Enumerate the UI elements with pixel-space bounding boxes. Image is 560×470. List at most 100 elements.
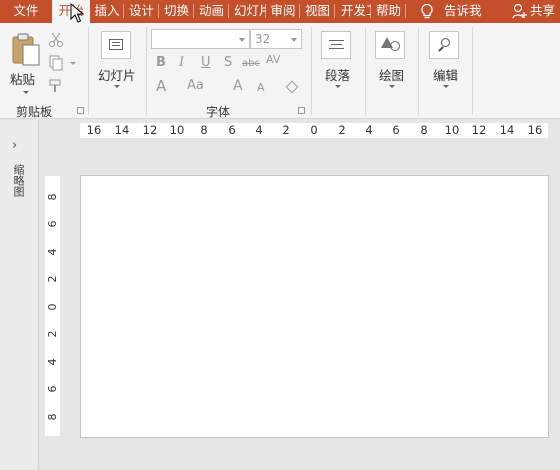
text-shadow-icon[interactable]: S xyxy=(224,55,232,70)
ruler-tick: 16 xyxy=(527,123,543,137)
drawing-button[interactable]: 绘图 xyxy=(370,29,412,95)
tab-design[interactable]: 设计 xyxy=(124,0,159,23)
new-slide-dropdown-arrow xyxy=(114,85,120,88)
editing-dropdown-arrow xyxy=(443,85,449,88)
thumbnail-pane-collapsed: › 缩略图 xyxy=(0,120,39,470)
tab-slideshow[interactable]: 幻灯片放映 xyxy=(229,0,266,23)
paste-button[interactable]: 粘贴 xyxy=(8,29,44,95)
share-label: 共享 xyxy=(530,3,556,18)
font-name-combo[interactable] xyxy=(151,29,250,49)
ruler-tick: 6 xyxy=(46,220,59,228)
bold-icon[interactable]: B xyxy=(156,55,166,70)
copy-icon xyxy=(49,55,63,71)
font-size-dropdown-arrow xyxy=(291,38,297,42)
copy-button[interactable] xyxy=(48,55,76,71)
tab-insert[interactable]: 插入 xyxy=(90,0,124,23)
ruler-tick: 2 xyxy=(282,123,290,137)
font-color-icon[interactable]: A xyxy=(156,77,166,95)
tab-view[interactable]: 视图 xyxy=(300,0,335,23)
font-launcher-icon[interactable] xyxy=(298,107,305,114)
tell-me-label: 告诉我 xyxy=(444,3,482,18)
ruler-tick: 10 xyxy=(169,123,185,137)
ruler-tick: 6 xyxy=(46,385,59,393)
new-slide-icon xyxy=(101,31,131,59)
clear-formatting-icon[interactable] xyxy=(285,80,299,94)
strikethrough-icon[interactable]: abc xyxy=(242,58,260,69)
cut-icon[interactable] xyxy=(48,32,64,48)
ruler-tick: 14 xyxy=(499,123,515,137)
new-slide-label: 幻灯片 xyxy=(98,68,136,83)
find-magnifier-icon xyxy=(429,31,459,59)
slide-canvas[interactable] xyxy=(80,175,549,438)
tab-animations[interactable]: 动画 xyxy=(194,0,229,23)
font-size-value: 32 xyxy=(255,32,271,46)
paragraph-label: 段落 xyxy=(325,68,351,83)
tab-review-label: 审阅 xyxy=(270,3,296,18)
tab-transitions-label: 切换 xyxy=(163,3,189,18)
italic-icon[interactable]: I xyxy=(179,55,184,70)
copy-dropdown-arrow xyxy=(70,62,76,65)
horizontal-ruler: 16 14 12 10 8 6 4 2 0 2 4 6 8 10 12 14 1… xyxy=(80,123,548,138)
drawing-label: 绘图 xyxy=(379,68,405,83)
ruler-tick: 4 xyxy=(46,248,59,256)
thumbnails-vertical-label[interactable]: 缩略图 xyxy=(10,164,26,197)
format-painter-icon[interactable] xyxy=(48,78,64,94)
ruler-tick: 0 xyxy=(46,303,59,311)
ruler-tick: 6 xyxy=(392,123,400,137)
tab-help-label: 帮助 xyxy=(375,3,401,18)
tab-design-label: 设计 xyxy=(128,3,154,18)
share-button[interactable]: 共享 xyxy=(512,0,555,23)
font-name-dropdown-arrow xyxy=(239,38,245,42)
decrease-font-size-icon[interactable]: A xyxy=(257,81,265,94)
paragraph-icon xyxy=(321,31,351,59)
paste-clipboard-icon xyxy=(12,33,40,66)
tell-me-search[interactable]: 告诉我 xyxy=(414,0,482,23)
ruler-tick: 8 xyxy=(46,193,59,201)
ribbon-tab-bar: 文件 开始 插入 设计 切换 动画 幻灯片放映 审阅 视图 开发工具 帮助 告诉… xyxy=(0,0,560,23)
ruler-tick: 4 xyxy=(255,123,263,137)
expand-chevron-icon[interactable]: › xyxy=(12,138,17,153)
character-spacing-icon[interactable]: AV xyxy=(266,53,280,66)
paste-label: 粘贴 xyxy=(10,72,36,87)
tab-view-label: 视图 xyxy=(304,3,330,18)
ruler-tick: 0 xyxy=(310,123,318,137)
ruler-tick: 10 xyxy=(444,123,460,137)
paragraph-dropdown-arrow xyxy=(335,85,341,88)
ruler-tick: 6 xyxy=(228,123,236,137)
ruler-tick: 4 xyxy=(365,123,373,137)
ruler-tick: 2 xyxy=(338,123,346,137)
tab-developer-label: 开发工具 xyxy=(341,3,371,18)
increase-font-size-icon[interactable]: A xyxy=(233,78,243,94)
mouse-pointer-icon xyxy=(70,3,84,23)
change-case-icon[interactable]: Aa xyxy=(187,78,204,93)
tab-help[interactable]: 帮助 xyxy=(371,0,406,23)
ruler-tick: 8 xyxy=(420,123,428,137)
ruler-tick: 16 xyxy=(86,123,102,137)
tab-file-label: 文件 xyxy=(13,3,39,18)
lightbulb-icon xyxy=(421,3,433,19)
clipboard-group-label: 剪贴板 xyxy=(16,105,53,119)
ribbon-home: 粘贴 剪贴板 幻灯片 32 B I U S abc AV A Aa A A 字体… xyxy=(0,23,560,119)
vertical-ruler: 8 6 4 2 0 2 4 6 8 xyxy=(45,176,60,436)
tab-transitions[interactable]: 切换 xyxy=(159,0,194,23)
ruler-tick: 14 xyxy=(114,123,130,137)
tab-review[interactable]: 审阅 xyxy=(266,0,300,23)
new-slide-button[interactable]: 幻灯片 xyxy=(94,29,140,95)
ruler-tick: 4 xyxy=(46,358,59,366)
clipboard-launcher-icon[interactable] xyxy=(77,107,84,114)
editing-button[interactable]: 编辑 xyxy=(424,29,466,95)
underline-icon[interactable]: U xyxy=(201,55,211,70)
person-icon xyxy=(512,3,527,19)
font-size-combo[interactable]: 32 xyxy=(250,29,302,49)
ruler-tick: 2 xyxy=(46,330,59,338)
tab-slideshow-label: 幻灯片放映 xyxy=(234,3,266,18)
paragraph-button[interactable]: 段落 xyxy=(316,29,358,95)
tab-file[interactable]: 文件 xyxy=(0,0,52,23)
tab-animations-label: 动画 xyxy=(198,3,224,18)
ruler-tick: 12 xyxy=(471,123,487,137)
tab-developer[interactable]: 开发工具 xyxy=(335,0,371,23)
paste-dropdown-arrow xyxy=(23,91,29,94)
ruler-tick: 12 xyxy=(142,123,158,137)
ruler-tick: 8 xyxy=(46,413,59,421)
shapes-icon xyxy=(375,31,405,59)
